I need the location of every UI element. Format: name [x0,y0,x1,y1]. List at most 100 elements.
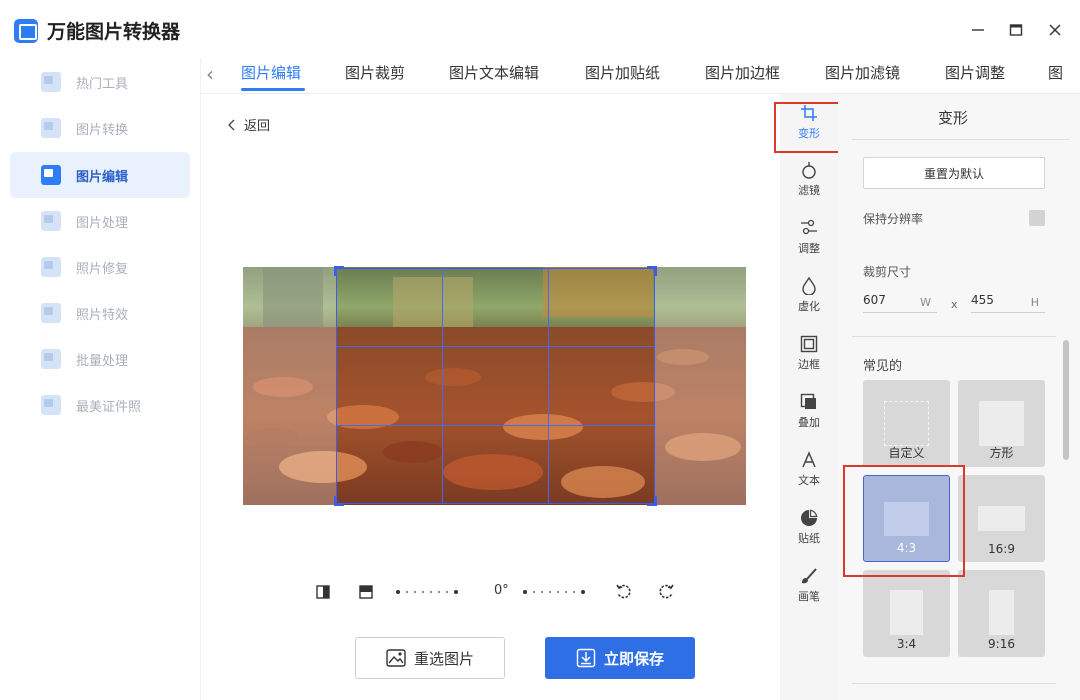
crop-handle-top-left[interactable] [334,266,344,276]
minimize-icon[interactable] [966,18,990,42]
ratio-custom[interactable]: 自定义 [863,380,950,467]
back-label: 返回 [244,119,271,134]
rotate-left-icon[interactable] [615,583,633,601]
crop-width-value: 607 [863,293,886,307]
ratio-label: 9:16 [988,637,1015,651]
keep-resolution-label: 保持分辨率 [863,212,924,226]
tabs-scroll-left-icon[interactable]: ‹ [206,64,226,86]
photo-effects-icon [41,303,61,323]
back-link[interactable]: 返回 [228,115,270,134]
sidebar-item-hot-tools[interactable]: 热门工具 [10,59,190,105]
crop-handle-top-right[interactable] [647,266,657,276]
maximize-icon[interactable] [1004,18,1028,42]
sidebar-item-label: 照片特效 [76,307,129,323]
chevron-left-icon [228,119,235,130]
save-now-button[interactable]: 立即保存 [545,637,695,679]
ratio-3-4[interactable]: 3:4 [863,570,950,657]
close-icon[interactable] [1043,18,1067,42]
ratio-16-9[interactable]: 16:9 [958,475,1045,562]
sidebar-item-batch[interactable]: 批量处理 [10,336,190,382]
ratio-label: 方形 [989,446,1014,460]
batch-icon [41,349,61,369]
flip-horizontal-icon[interactable] [314,583,332,601]
keep-resolution-checkbox[interactable] [1029,210,1045,226]
image-edit-icon [41,165,61,185]
crop-handle-bottom-right[interactable] [647,496,657,506]
app-logo-icon [14,19,38,43]
image-icon [386,649,406,667]
blur-icon [799,276,819,296]
crop-height-field[interactable]: 455 H [971,291,1045,313]
tab-image-text-edit[interactable]: 图片文本编辑 [449,62,539,92]
crop-height-value: 455 [971,293,994,307]
sidebar-item-label: 批量处理 [76,353,129,369]
sticker-icon [799,508,819,528]
ratio-9-16[interactable]: 9:16 [958,570,1045,657]
image-convert-icon [41,118,61,138]
rotation-slider-right[interactable] [523,590,585,594]
download-icon [576,648,596,668]
tab-truncated[interactable]: 图 [1048,62,1062,92]
image-process-icon [41,211,61,231]
rotation-angle: 0° [494,583,509,598]
sidebar-item-image-process[interactable]: 图片处理 [10,198,190,244]
sidebar-item-label: 图片转换 [76,122,129,138]
rail-item-frame[interactable]: 边框 [780,334,838,372]
rail-label: 调整 [798,242,820,255]
rail-item-text[interactable]: 文本 [780,450,838,488]
crop-frame[interactable] [336,268,655,504]
square-ratio-icon [979,401,1024,446]
crop-handle-bottom-left[interactable] [334,496,344,506]
rotation-slider-left[interactable] [396,590,458,594]
ratio-square[interactable]: 方形 [958,380,1045,467]
reselect-image-button[interactable]: 重选图片 [355,637,505,679]
ratio-label: 16:9 [988,542,1015,556]
rail-item-sticker[interactable]: 贴纸 [780,508,838,546]
custom-ratio-icon [884,401,929,446]
hot-tools-icon [41,72,61,92]
tab-image-sticker[interactable]: 图片加贴纸 [585,62,660,92]
sidebar-item-image-convert[interactable]: 图片转换 [10,105,190,151]
rail-item-overlay[interactable]: 叠加 [780,392,838,430]
panel-divider [852,336,1056,337]
crop-size-label: 裁剪尺寸 [863,265,912,279]
flip-vertical-icon[interactable] [357,583,375,601]
rail-label: 画笔 [798,590,820,603]
sidebar-item-photo-repair[interactable]: 照片修复 [10,244,190,290]
sidebar-item-label: 照片修复 [76,261,129,277]
crop-grid-line [442,268,443,504]
tab-image-border[interactable]: 图片加边框 [705,62,780,92]
reselect-label: 重选图片 [413,649,474,668]
three-four-ratio-icon [890,590,923,635]
sidebar-item-id-photo[interactable]: 最美证件照 [10,382,190,428]
nine-sixteen-ratio-icon [989,590,1014,635]
crop-height-unit: H [1030,296,1039,309]
tab-image-adjust[interactable]: 图片调整 [945,62,1005,92]
rail-item-brush[interactable]: 画笔 [780,566,838,604]
sidebar-item-image-edit[interactable]: 图片编辑 [10,152,190,198]
active-tab-indicator [241,88,305,91]
rail-item-filter[interactable]: 滤镜 [780,160,838,198]
sidebar-item-photo-effects[interactable]: 照片特效 [10,290,190,336]
sixteen-nine-ratio-icon [978,506,1025,531]
panel-scrollbar[interactable] [1063,340,1069,460]
reset-default-button[interactable]: 重置为默认 [863,157,1045,189]
rail-item-blur[interactable]: 虚化 [780,276,838,314]
rail-label: 文本 [798,474,820,487]
sidebar-separator [200,58,201,700]
rotate-right-icon[interactable] [657,583,675,601]
panel-divider [852,139,1070,140]
text-icon [799,450,819,470]
frame-icon [799,334,819,354]
ratio-label: 3:4 [896,637,917,651]
tab-image-crop[interactable]: 图片裁剪 [345,62,405,92]
crop-grid-line [548,268,549,504]
crop-width-field[interactable]: 607 W [863,291,937,313]
tab-image-filter[interactable]: 图片加滤镜 [825,62,900,92]
save-label: 立即保存 [603,649,664,668]
rail-item-adjust[interactable]: 调整 [780,218,838,256]
panel-divider [852,683,1056,684]
panel-title: 变形 [937,109,968,127]
dimension-separator: x [951,298,958,311]
id-photo-icon [41,395,61,415]
